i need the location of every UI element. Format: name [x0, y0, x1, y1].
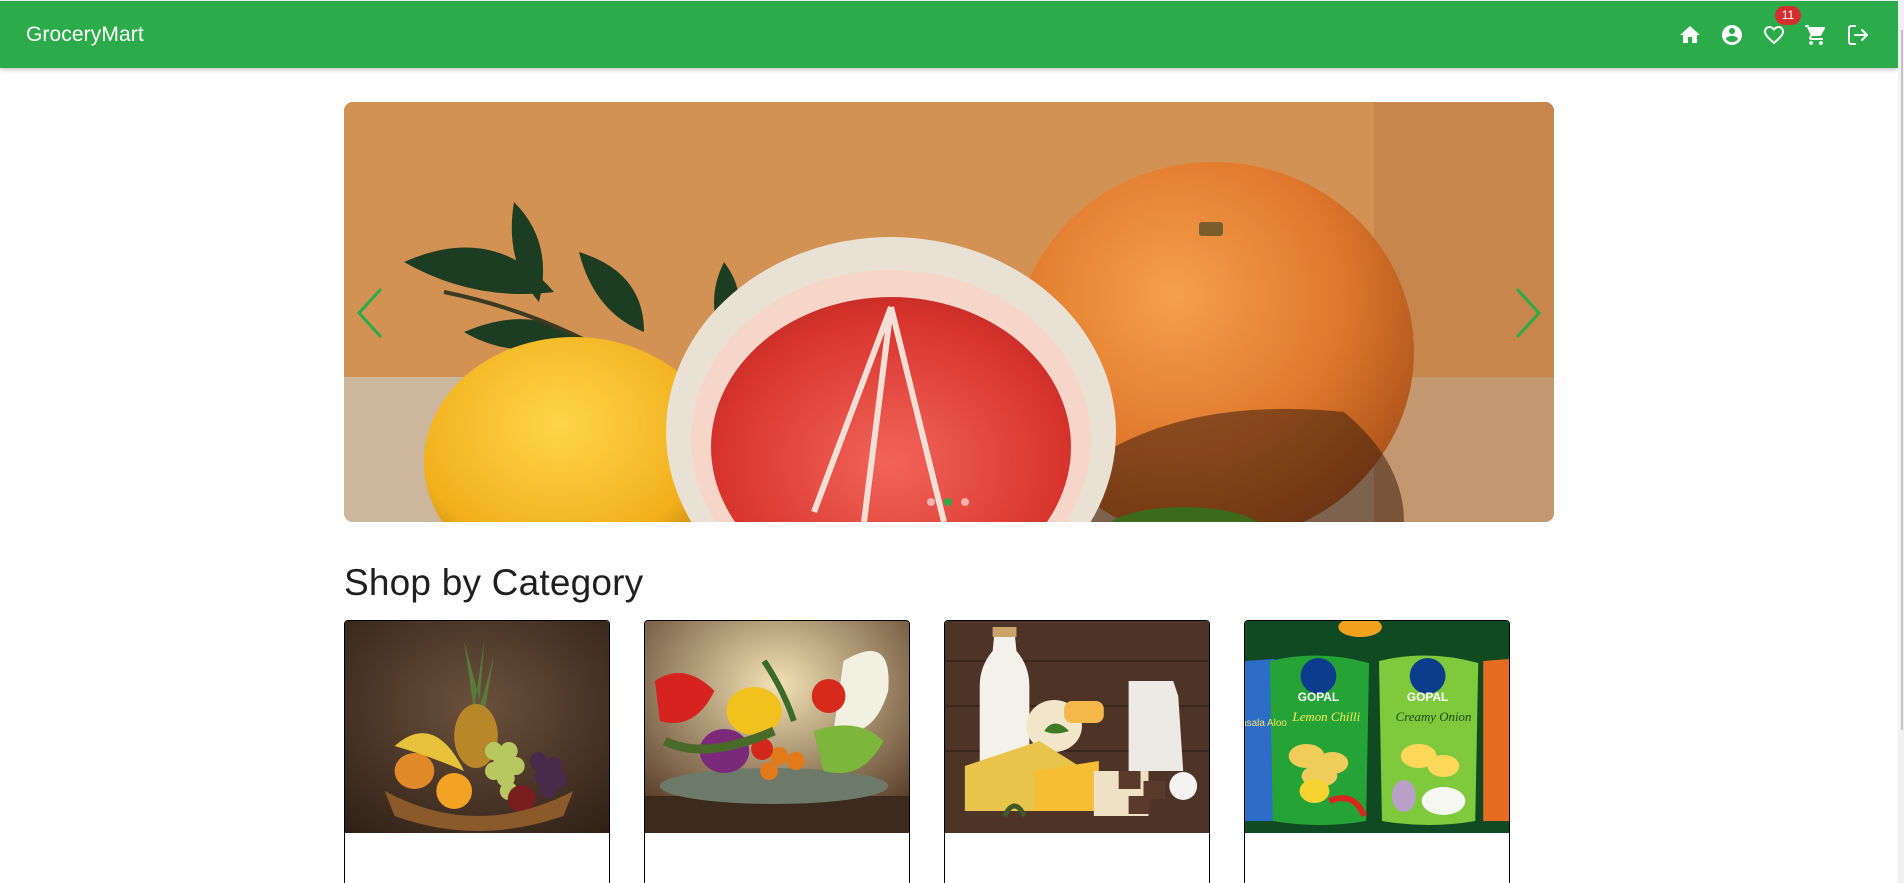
- vegetable-platter-image: [645, 621, 909, 833]
- category-card-body: [945, 833, 1209, 883]
- carousel-dot-2[interactable]: [944, 498, 952, 506]
- logout-button[interactable]: [1844, 21, 1872, 49]
- hero-carousel: [344, 102, 1554, 522]
- svg-text:GOPAL: GOPAL: [1407, 690, 1448, 704]
- favorites-count-badge: 11: [1775, 5, 1801, 25]
- page-scrollbar[interactable]: [1898, 0, 1904, 883]
- section-title-categories: Shop by Category: [344, 562, 644, 603]
- svg-text:Lemon Chilli: Lemon Chilli: [1292, 709, 1361, 724]
- citrus-fruit-banner-image: [344, 102, 1554, 522]
- category-card-vegetables[interactable]: [644, 620, 910, 883]
- cart-button[interactable]: [1802, 21, 1830, 49]
- favorites-button[interactable]: 11: [1760, 5, 1801, 49]
- category-card-snacks[interactable]: GOPAL GOPAL Masala Aloo Lemon Chilli Cre…: [1244, 620, 1510, 883]
- brand-title[interactable]: GroceryMart: [26, 23, 144, 47]
- category-card-fruits[interactable]: [344, 620, 610, 883]
- cart-icon: [1805, 24, 1826, 45]
- home-icon: [1680, 25, 1700, 43]
- chevron-left-icon: [356, 287, 383, 339]
- category-card-body: [345, 833, 609, 883]
- chevron-right-icon: [1515, 287, 1542, 339]
- carousel-dot-3[interactable]: [961, 498, 969, 506]
- fruit-basket-image: [345, 621, 609, 833]
- category-card-dairy[interactable]: [944, 620, 1210, 883]
- account-button[interactable]: [1718, 21, 1746, 49]
- dairy-products-image: [945, 621, 1209, 833]
- carousel-next-button[interactable]: [1508, 286, 1548, 340]
- carousel-dot-1[interactable]: [927, 498, 935, 506]
- header-actions: 11: [1676, 5, 1872, 49]
- svg-text:Creamy Onion: Creamy Onion: [1396, 709, 1472, 724]
- favorite-border-icon: [1764, 25, 1784, 44]
- category-card-body: [645, 833, 909, 883]
- home-button[interactable]: [1676, 21, 1704, 49]
- svg-text:Masala Aloo: Masala Aloo: [1245, 718, 1287, 729]
- carousel-prev-button[interactable]: [350, 286, 390, 340]
- app-bar: GroceryMart 11: [0, 0, 1898, 68]
- svg-text:GOPAL: GOPAL: [1298, 690, 1339, 704]
- logout-icon: [1848, 24, 1868, 45]
- category-card-body: [1245, 833, 1509, 883]
- snack-packets-image: GOPAL GOPAL Masala Aloo Lemon Chilli Cre…: [1245, 621, 1509, 833]
- category-card-list: GOPAL GOPAL Masala Aloo Lemon Chilli Cre…: [344, 620, 1510, 883]
- account-icon: [1722, 24, 1742, 45]
- carousel-indicators: [927, 498, 969, 506]
